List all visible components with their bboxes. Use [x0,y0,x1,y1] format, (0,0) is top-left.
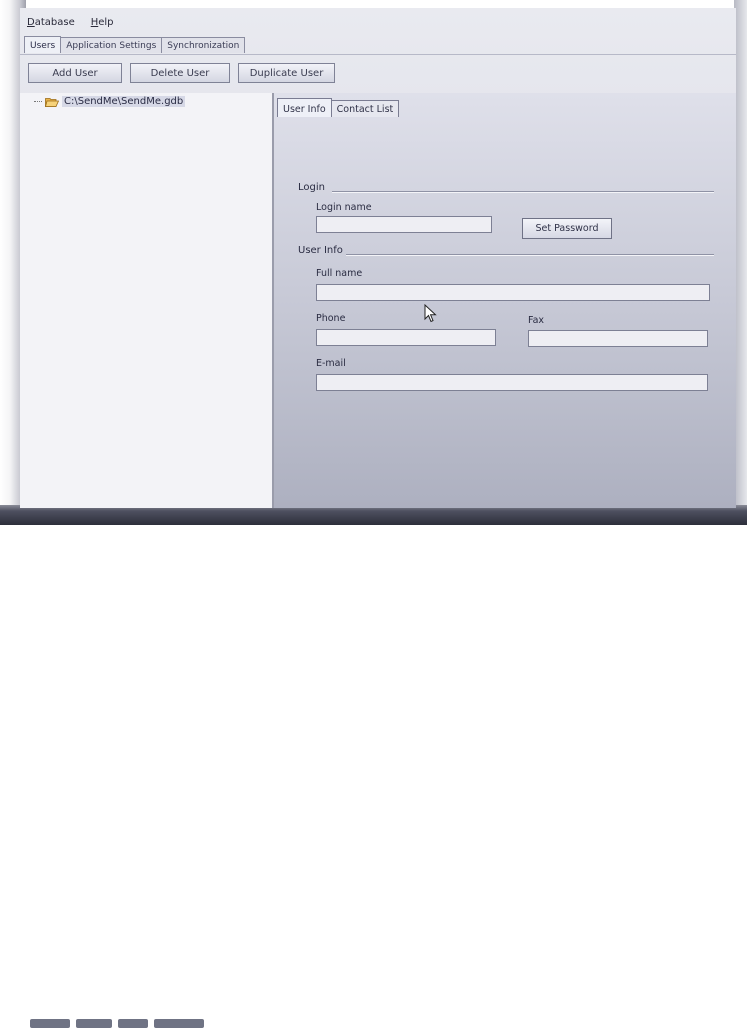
database-tree[interactable]: C:\SendMe\SendMe.gdb [20,93,274,508]
add-user-button[interactable]: Add User [28,63,122,83]
menu-database[interactable]: Database [27,17,75,33]
toolbar: Add User Delete User Duplicate User [20,54,736,91]
mouse-cursor-icon [424,303,438,324]
full-name-label: Full name [316,268,363,279]
detail-tabs: User Info Contact List [277,98,400,117]
login-name-label: Login name [316,202,372,213]
phone-label: Phone [316,313,346,324]
email-label: E-mail [316,358,346,369]
email-field[interactable] [316,374,708,391]
full-name-field[interactable] [316,284,710,301]
folder-open-icon [45,97,59,107]
fax-field[interactable] [528,330,708,347]
tree-connector-line [34,101,42,102]
user-info-group-divider [346,254,714,256]
menu-help[interactable]: Help [91,17,114,33]
user-details-panel: User Info Contact List Login Login name … [274,93,736,508]
main-tabs: Users Application Settings Synchronizati… [24,34,246,53]
tree-item-database[interactable]: C:\SendMe\SendMe.gdb [34,96,186,107]
tab-user-info[interactable]: User Info [277,98,332,117]
menu-database-label: atabase [34,17,75,28]
tab-application-settings[interactable]: Application Settings [60,37,163,53]
set-password-button[interactable]: Set Password [522,218,612,239]
phone-field[interactable] [316,329,496,346]
taskbar-button[interactable] [76,1019,112,1028]
taskbar-button[interactable] [154,1019,204,1028]
application-window: Database Help Users Application Settings… [20,8,736,508]
user-info-group-title: User Info [298,245,343,256]
taskbar-button[interactable] [118,1019,148,1028]
monitor-bezel-bottom [0,505,747,1028]
login-name-field[interactable] [316,216,492,233]
menu-bar: Database Help [20,17,114,33]
tab-users[interactable]: Users [24,36,62,53]
duplicate-user-button[interactable]: Duplicate User [238,63,335,83]
tab-contact-list[interactable]: Contact List [330,100,400,117]
fax-label: Fax [528,315,545,326]
delete-user-button[interactable]: Delete User [130,63,230,83]
taskbar-button[interactable] [30,1019,70,1028]
menu-help-label: elp [98,17,114,28]
login-group-divider [332,191,714,193]
tree-item-label: C:\SendMe\SendMe.gdb [62,96,186,107]
login-group-title: Login [298,182,325,193]
tab-synchronization[interactable]: Synchronization [161,37,246,53]
menu-database-accelerator: D [27,17,35,28]
